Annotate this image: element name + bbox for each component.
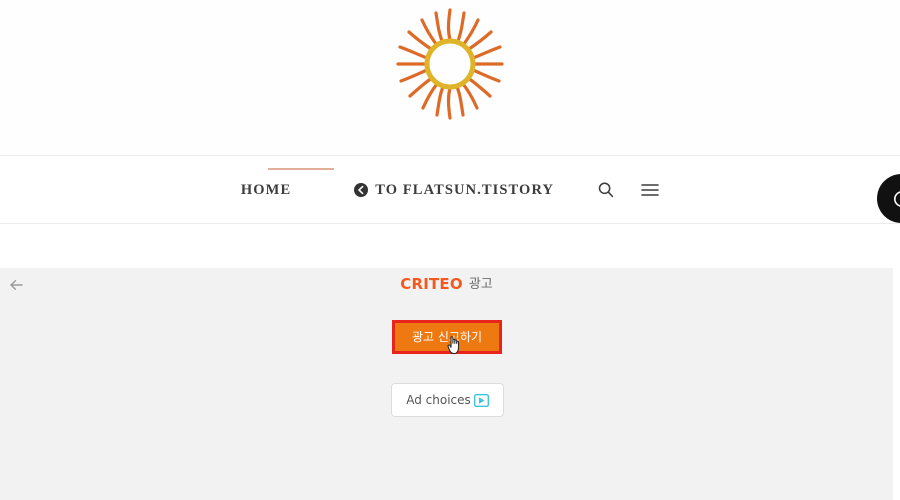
report-ad-button-label: 광고 신고하기 xyxy=(411,330,483,344)
arrow-circle-left-icon xyxy=(354,183,369,197)
search-icon[interactable] xyxy=(597,181,615,199)
nav-item-external-link-label: TO FLATSUN.TISTORY xyxy=(375,181,555,198)
adchoices-button[interactable]: Ad choices xyxy=(391,383,504,417)
page-content-gap xyxy=(0,224,900,268)
ad-brand-line: CRITEO 광고 xyxy=(0,275,893,293)
criteo-logo: CRITEO xyxy=(400,274,463,293)
nav-item-external-link[interactable]: TO FLATSUN.TISTORY xyxy=(354,182,554,199)
adchoices-triangle-icon xyxy=(473,393,489,407)
primary-navigation: HOME TO FLATSUN.TISTORY xyxy=(0,157,900,224)
hamburger-menu-icon[interactable] xyxy=(641,181,659,199)
nav-item-home-label: HOME xyxy=(240,181,292,198)
site-header xyxy=(0,0,900,156)
adchoices-label: Ad choices xyxy=(406,393,471,407)
nav-item-home[interactable]: HOME xyxy=(241,182,291,199)
report-ad-button[interactable]: 광고 신고하기 xyxy=(392,320,502,354)
sun-logo-icon xyxy=(382,2,518,124)
ad-label-text: 광고 xyxy=(468,276,493,292)
site-logo[interactable] xyxy=(382,2,518,124)
scroll-top-icon xyxy=(893,190,900,208)
nav-active-indicator xyxy=(268,168,334,170)
